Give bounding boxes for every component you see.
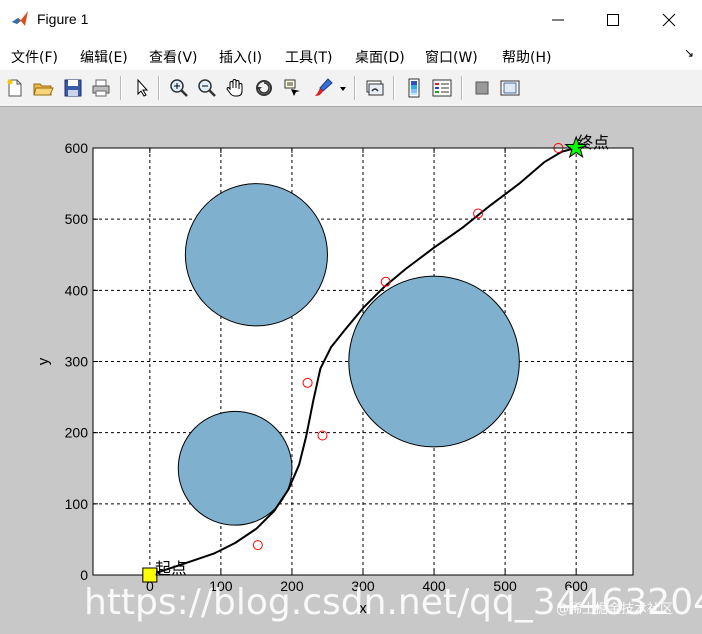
- title-bar: Figure 1: [0, 0, 702, 40]
- show-plot-tools-icon[interactable]: [499, 77, 521, 99]
- y-tick-label: 300: [65, 354, 89, 370]
- hide-plot-tools-icon[interactable]: [471, 77, 493, 99]
- pan-hand-icon[interactable]: [224, 77, 246, 99]
- save-icon[interactable]: [62, 77, 84, 99]
- toolbar-separator: [158, 76, 160, 100]
- obstacle-circle-3: [348, 275, 520, 448]
- toolbar-separator: [461, 76, 463, 100]
- y-tick-label: 600: [65, 140, 89, 156]
- menu-desktop[interactable]: 桌面(D): [355, 47, 405, 67]
- close-button[interactable]: [641, 0, 697, 40]
- close-icon: [662, 13, 676, 27]
- menu-insert[interactable]: 插入(I): [219, 47, 262, 67]
- zoom-in-icon[interactable]: [168, 77, 190, 99]
- y-tick-label: 500: [65, 211, 89, 227]
- pointer-icon[interactable]: [131, 77, 153, 99]
- menu-overflow-icon[interactable]: ↘: [684, 46, 694, 60]
- menu-file[interactable]: 文件(F): [11, 47, 58, 67]
- toolbar-separator: [354, 76, 356, 100]
- menu-window[interactable]: 窗口(W): [425, 47, 478, 67]
- minimize-button[interactable]: [530, 0, 586, 40]
- y-tick-label: 0: [80, 567, 88, 583]
- menu-help[interactable]: 帮助(H): [502, 47, 551, 67]
- y-tick-label: 400: [65, 282, 89, 298]
- goal-label: 终点: [577, 133, 609, 152]
- open-file-icon[interactable]: [32, 77, 54, 99]
- zoom-out-icon[interactable]: [196, 77, 218, 99]
- colorbar-icon[interactable]: [403, 77, 425, 99]
- figure-canvas: 0 100 200 300 400 500 600 0 100 200 300 400 500 600 x y…: [0, 107, 702, 634]
- brush-icon[interactable]: [312, 77, 334, 99]
- plot-axes[interactable]: 0 100 200 300 400 500 6000100200300400500600xy…: [0, 107, 702, 634]
- link-plot-icon[interactable]: [364, 77, 386, 99]
- menu-edit[interactable]: 编辑(E): [80, 47, 128, 67]
- matlab-logo-icon: [11, 10, 29, 28]
- obstacle-circle-1: [184, 183, 328, 327]
- brush-dropdown-icon[interactable]: [337, 77, 349, 99]
- toolbar-separator: [393, 76, 395, 100]
- watermark-juejin: @稀土掘金技术社区: [556, 602, 674, 617]
- data-cursor-icon[interactable]: [281, 77, 303, 99]
- new-figure-icon[interactable]: [4, 77, 26, 99]
- y-tick-label: 200: [65, 425, 89, 441]
- window-title: Figure 1: [37, 11, 89, 27]
- minimize-icon: [552, 19, 564, 21]
- y-axis-label: y: [35, 357, 52, 365]
- start-label: 起点: [155, 559, 187, 578]
- toolbar-separator: [120, 76, 122, 100]
- rotate-3d-icon[interactable]: [253, 77, 275, 99]
- print-icon[interactable]: [90, 77, 112, 99]
- legend-icon[interactable]: [431, 77, 453, 99]
- figure-toolbar: [0, 70, 702, 107]
- maximize-button[interactable]: [585, 0, 641, 40]
- menu-view[interactable]: 查看(V): [149, 47, 198, 67]
- y-tick-label: 100: [65, 496, 89, 512]
- maximize-icon: [607, 14, 619, 26]
- menu-tools[interactable]: 工具(T): [285, 47, 332, 67]
